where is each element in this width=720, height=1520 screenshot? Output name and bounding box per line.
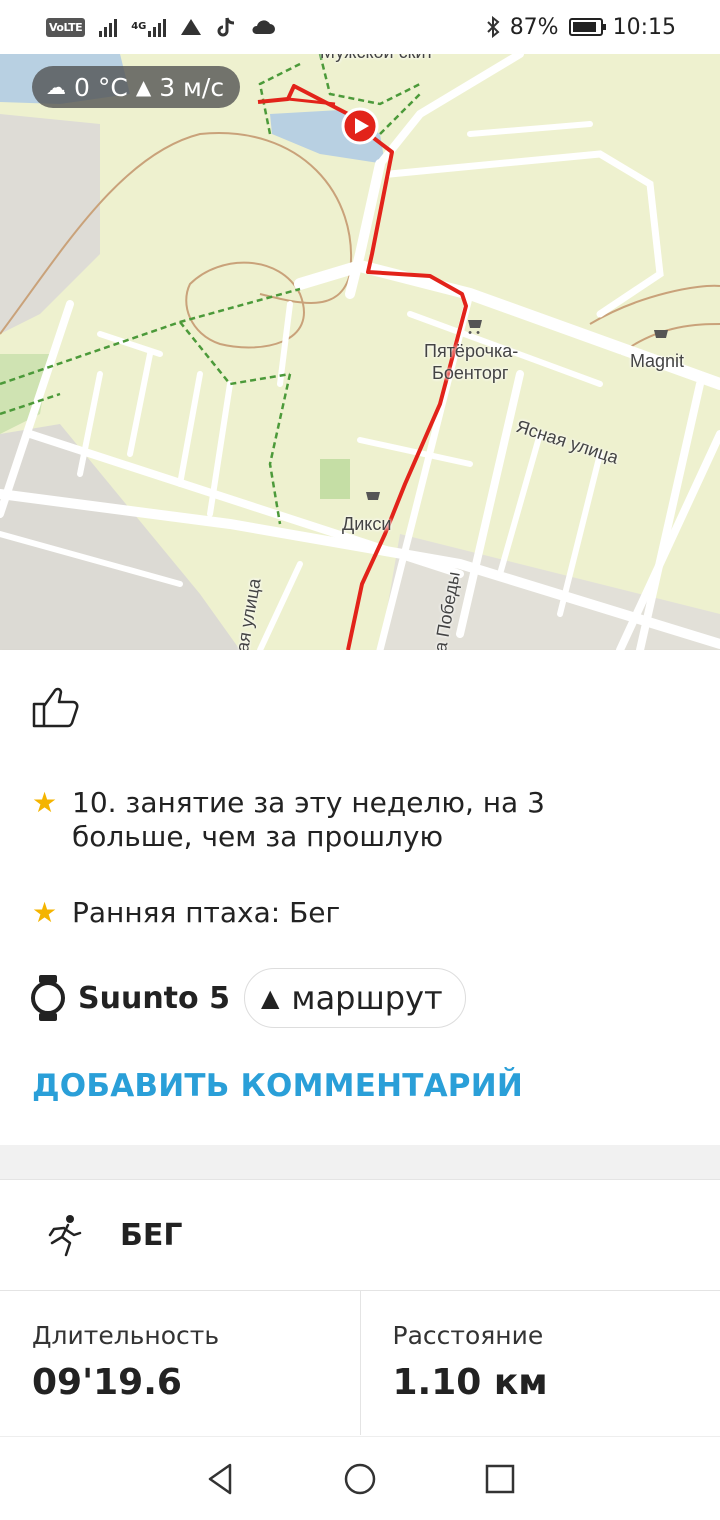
route-map[interactable]: ☁ 0 °C ▲ 3 м/с Мужской скит Пятёрочка- Б… [0, 54, 720, 650]
weather-temperature: 0 °C [74, 72, 128, 102]
star-icon: ★ [32, 786, 58, 819]
duration-stat: Длительность 09'19.6 [0, 1291, 360, 1435]
map-label-diksi: Дикси [342, 514, 392, 534]
volte-icon: VoLTE [46, 17, 86, 37]
route-label: маршрут [291, 979, 443, 1017]
duration-value: 09'19.6 [32, 1362, 182, 1403]
star-icon: ★ [32, 896, 58, 929]
duration-label: Длительность [32, 1321, 220, 1350]
signal-icon [99, 17, 118, 37]
map-canvas [0, 54, 720, 650]
recents-icon[interactable] [482, 1461, 518, 1497]
battery-icon [568, 18, 606, 36]
section-divider [0, 1145, 720, 1179]
clock: 10:15 [612, 14, 676, 40]
system-nav-bar [0, 1436, 720, 1520]
route-button[interactable]: ▲ маршрут [243, 968, 466, 1028]
running-icon [48, 1215, 82, 1257]
back-icon[interactable] [202, 1461, 238, 1497]
weather-wind: 3 м/с [159, 72, 225, 102]
map-label-pyaterochka-2: Боенторг [432, 363, 509, 383]
device-row: Suunto 5 ▲ маршрут [30, 968, 466, 1028]
stats-grid: Длительность 09'19.6 Расстояние 1.10 км [0, 1291, 720, 1435]
warning-triangle-icon [181, 19, 202, 35]
map-label-pyaterochka: Пятёрочка- [424, 341, 519, 361]
bluetooth-icon [486, 16, 500, 38]
home-icon[interactable] [342, 1461, 378, 1497]
achievement-text: Ранняя птаха: Бег [72, 896, 341, 929]
sport-label: БЕГ [120, 1217, 183, 1253]
sport-row[interactable]: БЕГ [0, 1179, 720, 1291]
add-comment-button[interactable]: ДОБАВИТЬ КОММЕНТАРИЙ [32, 1068, 523, 1104]
distance-value: 1.10 км [392, 1362, 548, 1403]
distance-label: Расстояние [392, 1321, 544, 1350]
signal-4g-icon: 4G [131, 17, 167, 37]
achievement-item: ★ 10. занятие за эту неделю, на 3 больше… [32, 786, 612, 854]
status-bar: VoLTE 4G 87% 10:15 [0, 0, 720, 54]
battery-percent: 87% [509, 14, 559, 40]
weather-badge: ☁ 0 °C ▲ 3 м/с [32, 66, 241, 108]
route-arrow-icon: ▲ [260, 984, 280, 1012]
distance-stat: Расстояние 1.10 км [359, 1291, 720, 1435]
watch-icon [31, 975, 65, 1021]
device-name: Suunto 5 [78, 980, 230, 1016]
wind-direction-icon: ▲ [135, 75, 152, 99]
workout-details-card: ★ 10. занятие за эту неделю, на 3 больше… [0, 650, 720, 1145]
cloud-sun-icon: ☁ [46, 75, 66, 99]
thumbs-up-icon[interactable] [30, 680, 82, 732]
map-label-magnit: Magnit [630, 351, 685, 371]
achievement-item: ★ Ранняя птаха: Бег [32, 896, 340, 930]
achievement-text: 10. занятие за эту неделю, на 3 больше, … [72, 786, 545, 853]
cloud-icon [252, 20, 276, 34]
map-label-top: Мужской скит [320, 54, 434, 63]
tiktok-icon [217, 17, 235, 37]
